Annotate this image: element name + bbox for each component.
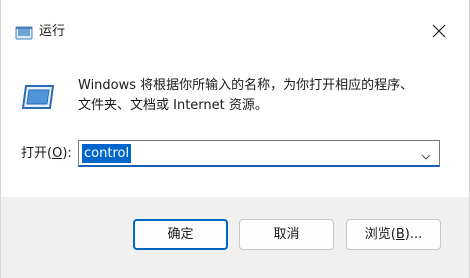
chevron-down-icon xyxy=(421,145,431,164)
cancel-button[interactable]: 取消 xyxy=(239,219,334,250)
button-bar: 确定 取消 浏览(B)... xyxy=(1,197,469,278)
run-app-icon xyxy=(15,25,33,40)
browse-label-accelerator: B xyxy=(395,227,405,242)
title-bar: 运行 xyxy=(1,0,469,52)
browse-label-suffix: )... xyxy=(404,227,423,242)
browse-label-prefix: 浏览( xyxy=(364,227,396,242)
description-text: Windows 将根据你所输入的名称，为你打开相应的程序、 文件夹、文档或 In… xyxy=(78,76,448,116)
browse-button[interactable]: 浏览(B)... xyxy=(346,219,441,250)
dropdown-button[interactable] xyxy=(417,144,435,164)
ok-button[interactable]: 确定 xyxy=(133,219,228,250)
open-label-accelerator: O xyxy=(52,146,63,161)
close-icon xyxy=(432,23,446,42)
open-label: 打开(O): xyxy=(21,145,72,163)
open-combobox[interactable]: control xyxy=(78,140,440,167)
run-icon xyxy=(21,84,55,110)
close-button[interactable] xyxy=(421,18,457,46)
description-line-2: 文件夹、文档或 Internet 资源。 xyxy=(78,98,268,113)
open-input-value[interactable]: control xyxy=(82,144,132,163)
description-line-1: Windows 将根据你所输入的名称，为你打开相应的程序、 xyxy=(78,78,414,93)
run-dialog: 运行 Windows 将根据你所输入的名称，为你打开相应的程序、 文件夹、文档或… xyxy=(0,0,470,278)
open-label-suffix: ): xyxy=(62,146,72,161)
open-label-prefix: 打开( xyxy=(21,146,53,161)
window-title: 运行 xyxy=(39,24,66,39)
